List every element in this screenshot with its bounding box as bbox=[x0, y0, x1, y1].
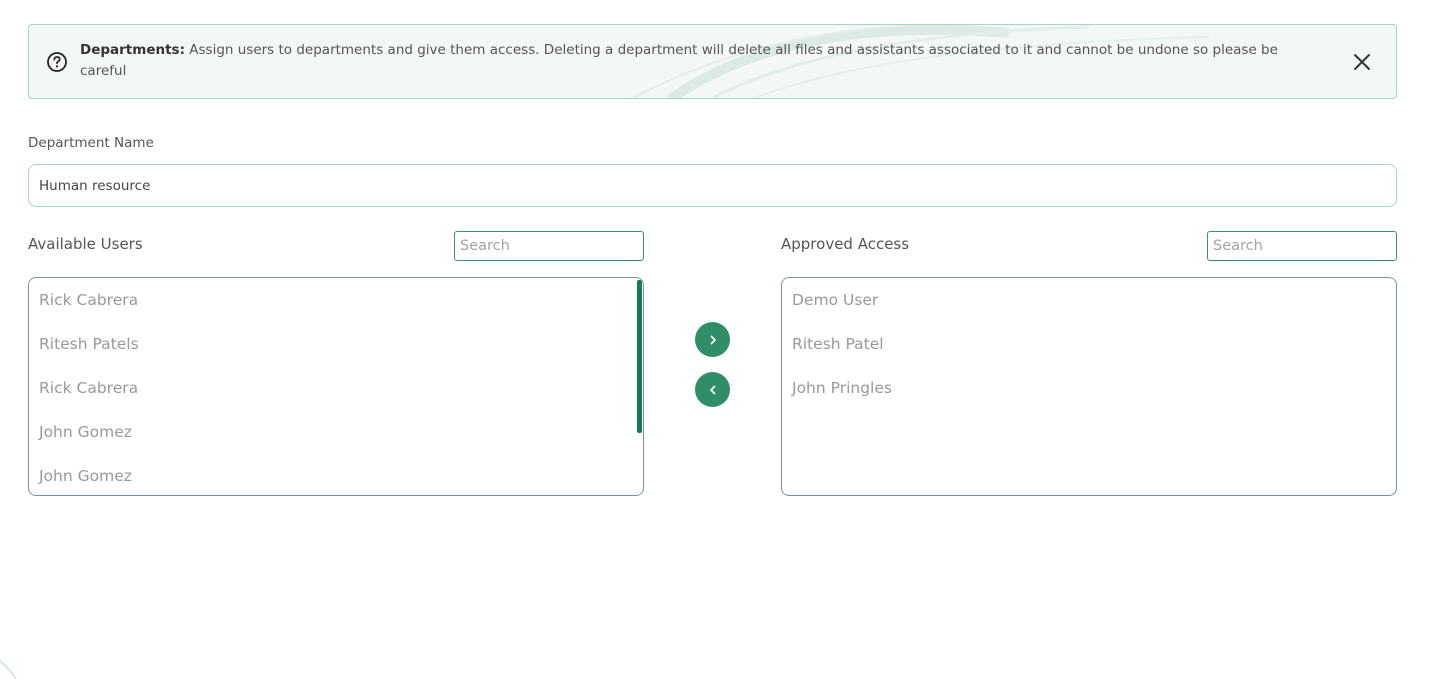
department-editor-page: Departments: Assign users to departments… bbox=[0, 0, 1429, 679]
approved-access-list[interactable]: Demo User Ritesh Patel John Pringles bbox=[781, 277, 1397, 496]
available-users-search-input[interactable] bbox=[454, 231, 644, 261]
approved-user-item[interactable]: Ritesh Patel bbox=[782, 333, 1396, 377]
available-user-item[interactable]: John Gomez bbox=[29, 465, 643, 495]
available-user-item[interactable]: Rick Cabrera bbox=[29, 289, 643, 333]
chevron-right-icon bbox=[710, 335, 716, 344]
remove-from-approved-button[interactable] bbox=[695, 372, 730, 407]
available-users-scrollbar[interactable] bbox=[637, 280, 642, 433]
department-name-input[interactable] bbox=[28, 164, 1397, 207]
banner-title: Departments: bbox=[80, 42, 185, 58]
chevron-left-icon bbox=[709, 385, 715, 394]
available-user-item[interactable]: Ritesh Patels bbox=[29, 333, 643, 377]
approved-access-search-input[interactable] bbox=[1207, 231, 1397, 261]
banner-message: Departments: Assign users to departments… bbox=[80, 40, 1325, 82]
close-icon[interactable] bbox=[1352, 52, 1372, 72]
decorative-curve bbox=[0, 660, 17, 679]
available-user-item[interactable]: John Gomez bbox=[29, 421, 643, 465]
approved-user-item[interactable]: Demo User bbox=[782, 289, 1396, 333]
help-circle-icon bbox=[47, 52, 67, 72]
banner-body: Assign users to departments and give the… bbox=[80, 42, 1278, 79]
approved-user-item[interactable]: John Pringles bbox=[782, 377, 1396, 421]
available-user-item[interactable]: Rick Cabrera bbox=[29, 377, 643, 421]
available-users-title: Available Users bbox=[28, 235, 143, 253]
available-users-list[interactable]: Rick Cabrera Ritesh Patels Rick Cabrera Joh… bbox=[28, 277, 644, 496]
add-to-approved-button[interactable] bbox=[695, 322, 730, 357]
approved-access-title: Approved Access bbox=[781, 235, 910, 253]
department-name-label: Department Name bbox=[28, 135, 154, 151]
info-banner: Departments: Assign users to departments… bbox=[28, 24, 1397, 99]
